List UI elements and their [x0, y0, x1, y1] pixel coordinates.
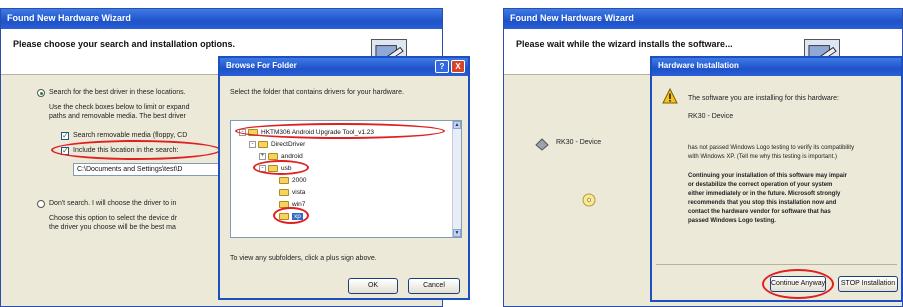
hw-logo-line-2: with Windows XP. (Tell me why this testi… [688, 154, 837, 160]
search-removable-checkbox[interactable]: ✓ [61, 132, 69, 140]
folder-icon [268, 152, 278, 160]
folder-icon [279, 176, 289, 184]
include-location-highlight [51, 140, 221, 160]
tree-item-label: 2000 [292, 176, 307, 184]
device-name: RK30 - Device [556, 139, 602, 146]
hw-warn-line-5: contact the hardware vendor for software… [688, 209, 831, 215]
left-wizard-heading: Please choose your search and installati… [13, 39, 236, 49]
search-desc-line-2: paths and removable media. The best driv… [49, 113, 186, 120]
left-wizard-titlebar: Found New Hardware Wizard [1, 9, 442, 29]
dont-desc-line-2: the driver you choose will be the best m… [49, 224, 176, 231]
dont-search-radio[interactable] [37, 200, 45, 208]
hardware-installation-dialog: Hardware Installation The software you a… [650, 56, 903, 302]
location-path-field[interactable]: C:\Documents and Settings\test\D [73, 163, 221, 176]
search-desc-line-1: Use the check boxes below to limit or ex… [49, 104, 190, 111]
scroll-up-icon[interactable]: ▲ [453, 121, 461, 129]
root-folder-highlight [235, 123, 445, 139]
hw-dialog-titlebar: Hardware Installation [652, 58, 901, 76]
hw-warn-line-1: Continuing your installation of this sof… [688, 173, 848, 179]
folder-icon [279, 188, 289, 196]
folder-icon [258, 140, 268, 148]
hw-warn-line-4: recommends that you stop this installati… [688, 200, 837, 206]
hw-warn-line-2: or destabilize the correct operation of … [688, 182, 833, 188]
collapse-icon[interactable]: - [249, 140, 256, 148]
tree-row[interactable]: 2000 [279, 175, 306, 185]
device-icon [534, 137, 550, 151]
right-wizard-heading: Please wait while the wizard installs th… [516, 39, 733, 49]
hw-device-name: RK30 - Device [688, 113, 734, 120]
tree-row[interactable]: vista [279, 187, 305, 197]
dont-search-label: Don't search. I will choose the driver t… [49, 200, 177, 207]
tree-item-label: android [281, 152, 303, 160]
hw-warn-line-6: passed Windows Logo testing. [688, 218, 776, 224]
browse-hint: To view any subfolders, click a plus sig… [230, 255, 377, 262]
tree-row[interactable]: - DirectDriver [249, 139, 305, 149]
cancel-button[interactable]: Cancel [408, 278, 460, 294]
browse-dialog-titlebar: Browse For Folder [220, 58, 468, 76]
button-divider [656, 264, 897, 265]
ok-button[interactable]: OK [348, 278, 398, 294]
warning-icon [662, 87, 678, 104]
search-removable-label: Search removable media (floppy, CD [73, 132, 188, 139]
xp-folder-highlight [273, 207, 309, 224]
right-wizard-titlebar: Found New Hardware Wizard [504, 9, 902, 29]
tree-item-label: DirectDriver [271, 140, 306, 148]
search-best-radio[interactable] [37, 89, 45, 97]
hw-warn-line-3: either immediately or in the future. Mic… [688, 191, 841, 197]
browse-instruction: Select the folder that contains drivers … [230, 89, 404, 96]
tree-scrollbar[interactable]: ▲ ▼ [452, 121, 461, 237]
usb-folder-highlight [253, 160, 309, 175]
browse-for-folder-dialog: Browse For Folder ? X Select the folder … [218, 56, 470, 300]
help-button[interactable]: ? [435, 60, 449, 73]
continue-anyway-highlight [762, 269, 834, 299]
cd-disk-icon [582, 193, 596, 207]
dont-desc-line-1: Choose this option to select the device … [49, 215, 178, 222]
hw-line-intro: The software you are installing for this… [688, 95, 839, 102]
hw-logo-line-1: has not passed Windows Logo testing to v… [688, 145, 855, 151]
folder-tree[interactable]: - HKTM306 Android Upgrade Tool_v1.23 - D… [230, 120, 462, 238]
close-button[interactable]: X [451, 60, 465, 73]
expand-icon[interactable]: + [259, 152, 266, 160]
scroll-down-icon[interactable]: ▼ [453, 229, 461, 237]
stop-installation-button[interactable]: STOP Installation [838, 276, 898, 292]
search-best-label: Search for the best driver in these loca… [49, 89, 186, 96]
tree-item-label: vista [292, 188, 306, 196]
